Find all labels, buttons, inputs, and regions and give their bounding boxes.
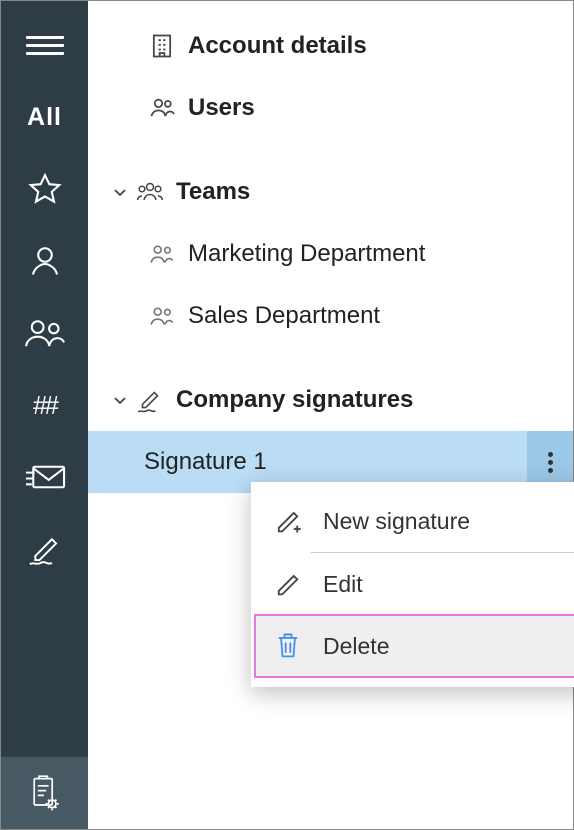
mail-send-icon — [23, 459, 67, 495]
chevron-down-icon — [110, 182, 130, 202]
users-outline-icon — [148, 94, 176, 122]
hamburger-icon — [26, 31, 64, 60]
left-rail: All ## — [1, 1, 88, 829]
star-icon — [27, 171, 63, 207]
tree-item-label: Account details — [188, 32, 367, 60]
two-users-icon — [148, 240, 176, 268]
two-users-icon — [148, 302, 176, 330]
users-icon — [23, 315, 67, 351]
tree-item-label: Teams — [176, 178, 250, 206]
menu-item-label: New signature — [323, 508, 470, 535]
context-menu: New signature Edit Delete — [251, 482, 574, 687]
clipboard-gear-icon — [27, 775, 63, 811]
trash-icon — [273, 631, 303, 661]
rail-item-all[interactable]: All — [1, 81, 88, 153]
rail-item-hash[interactable]: ## — [1, 369, 88, 441]
tree-item-team[interactable]: Sales Department — [88, 285, 573, 347]
pen-signature-icon — [27, 531, 63, 567]
rail-item-mail[interactable] — [1, 441, 88, 513]
menu-item-edit[interactable]: Edit — [255, 553, 574, 615]
user-icon — [27, 243, 63, 279]
rail-item-favorites[interactable] — [1, 153, 88, 225]
pencil-icon — [273, 569, 303, 599]
menu-item-label: Edit — [323, 571, 363, 598]
tree-panel: Account details Users Teams Marketing De… — [88, 1, 573, 829]
tree-item-users[interactable]: Users — [88, 77, 573, 139]
rail-item-user[interactable] — [1, 225, 88, 297]
menu-button[interactable] — [1, 9, 88, 81]
rail-item-users[interactable] — [1, 297, 88, 369]
tree-item-label: Sales Department — [188, 302, 380, 330]
team-icon — [136, 178, 164, 206]
building-icon — [148, 32, 176, 60]
chevron-down-icon — [110, 390, 130, 410]
rail-item-settings[interactable] — [1, 757, 88, 829]
pen-plus-icon — [273, 506, 303, 536]
menu-item-label: Delete — [323, 633, 389, 660]
tree-item-label: Users — [188, 94, 255, 122]
tree-item-teams[interactable]: Teams — [88, 161, 573, 223]
tree-item-label: Marketing Department — [188, 240, 425, 268]
vertical-dots-icon — [548, 449, 553, 476]
tree-item-label: Company signatures — [176, 386, 413, 414]
menu-item-new-signature[interactable]: New signature — [255, 490, 574, 552]
menu-item-delete[interactable]: Delete — [255, 615, 574, 677]
tree-item-signatures[interactable]: Company signatures — [88, 369, 573, 431]
pen-signature-dark-icon — [136, 386, 164, 414]
tree-item-team[interactable]: Marketing Department — [88, 223, 573, 285]
tree-item-account-details[interactable]: Account details — [88, 15, 573, 77]
tree-item-label: Signature 1 — [144, 448, 267, 476]
rail-item-signature[interactable] — [1, 513, 88, 585]
